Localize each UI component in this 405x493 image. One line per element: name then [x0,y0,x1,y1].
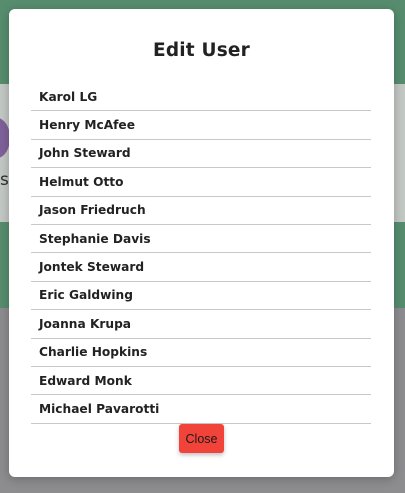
user-list-item[interactable]: Jason Friedruch [31,197,371,225]
user-list-item[interactable]: Karol LG [31,83,371,112]
user-list-item[interactable]: Stephanie Davis [31,225,371,254]
user-list-item[interactable]: John Steward [31,140,371,169]
user-list-item[interactable]: Jontek Steward [31,253,371,282]
modal-title: Edit User [152,40,250,61]
close-button[interactable]: Close [179,424,224,453]
user-list-item[interactable]: Helmut Otto [31,168,371,197]
user-list-item[interactable]: Joanna Krupa [31,310,371,339]
user-list-item[interactable]: Henry McAfee [31,111,371,140]
user-list-item[interactable]: Michael Pavarotti [31,395,371,424]
user-list-item[interactable]: Charlie Hopkins [31,339,371,367]
user-list: Karol LG Henry McAfee John Steward Helmu… [31,83,371,424]
user-list-item[interactable]: Eric Galdwing [31,282,371,311]
user-list-item[interactable]: Edward Monk [31,367,371,396]
edit-user-modal: Edit User Karol LG Henry McAfee John Ste… [9,9,394,477]
